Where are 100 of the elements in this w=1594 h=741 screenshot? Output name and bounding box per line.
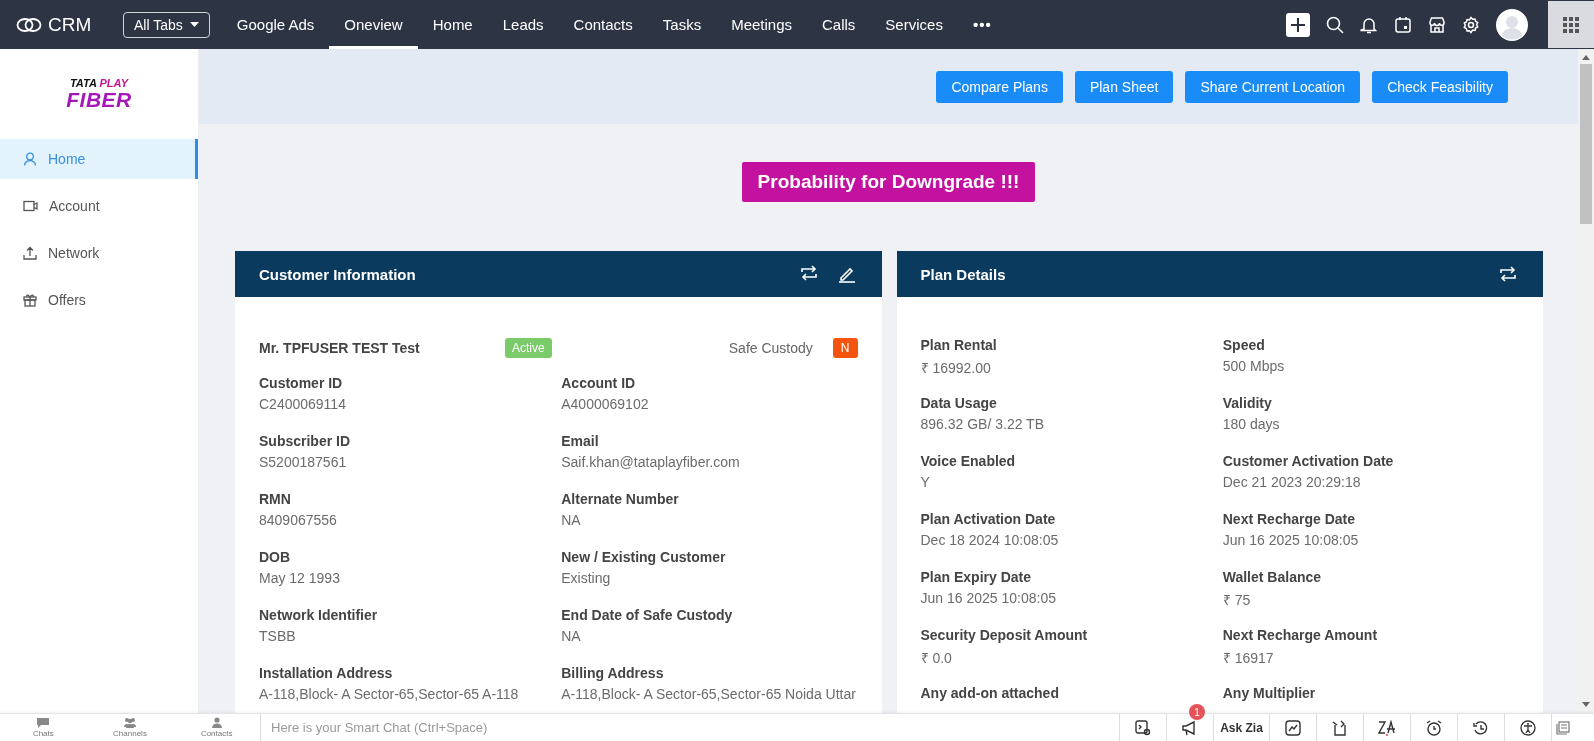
field-value: A-118,Block- A Sector-65,Sector-65 A-118: [259, 686, 520, 702]
box-arrow-icon[interactable]: [1332, 719, 1348, 736]
alert-banner: Probability for Downgrade !!!: [741, 161, 1036, 202]
field-label: Customer ID: [259, 375, 344, 391]
field-label: Wallet Balance: [1222, 569, 1323, 585]
smart-chat-field[interactable]: Here is your Smart Chat (Ctrl+Space): [260, 714, 1119, 741]
field-value: C2400069114: [259, 396, 347, 412]
chat-shortcut[interactable]: Chats: [0, 714, 87, 741]
sync-icon[interactable]: [1499, 266, 1517, 282]
field-label: Plan Activation Date: [920, 511, 1057, 527]
field-label: Validity: [1222, 395, 1273, 411]
calendar-icon[interactable]: [1394, 15, 1412, 34]
gift-icon: [23, 293, 37, 307]
screen-icon[interactable]: [1135, 719, 1151, 736]
field-label: Email: [561, 433, 600, 449]
chat-shortcut[interactable]: Channels: [86, 714, 174, 741]
field-label: DOB: [259, 549, 292, 565]
nav-tab[interactable]: Meetings: [716, 0, 807, 49]
notification-bell-icon[interactable]: [1360, 15, 1378, 34]
field-label: New / Existing Customer: [561, 549, 727, 565]
field-value: 896.32 GB/ 3.22 TB: [920, 416, 1045, 432]
search-icon[interactable]: [1326, 15, 1344, 34]
field-value: Jun 16 2025 10:08:05: [920, 590, 1057, 606]
field-value: ₹ 0.0: [920, 649, 953, 667]
field-value: ₹ 16917: [1222, 649, 1275, 667]
field-value: NA: [561, 628, 582, 644]
accessibility-icon[interactable]: [1520, 719, 1536, 736]
ask-zia-button[interactable]: Ask Zia: [1213, 714, 1269, 741]
scrollbar[interactable]: [1578, 49, 1594, 713]
field-label: Billing Address: [561, 665, 665, 681]
brand-logo: TATA PLAY FIBER: [65, 76, 133, 113]
caret-icon: [189, 22, 199, 27]
customer-name: Mr. TPFUSER TEST Test: [259, 340, 421, 356]
sync-icon[interactable]: [799, 265, 818, 281]
field-value: 180 days: [1222, 416, 1281, 432]
settings-icon[interactable]: [1462, 15, 1480, 34]
alarm-clock-icon[interactable]: [1426, 719, 1442, 736]
nav-tab[interactable]: Contacts: [558, 0, 648, 49]
notification-badge: 1: [1189, 704, 1205, 720]
add-icon[interactable]: [1286, 12, 1310, 37]
nav-tab[interactable]: Services: [870, 0, 958, 49]
field-label: Data Usage: [920, 395, 998, 411]
field-label: Any add-on attached: [920, 685, 1060, 701]
field-label: Security Deposit Amount: [920, 627, 1089, 643]
field-label: End Date of Safe Custody: [561, 607, 734, 623]
chat-shortcut[interactable]: Contacts: [173, 714, 260, 741]
field-value: ₹ 75: [1222, 591, 1252, 609]
zia-icon[interactable]: [1378, 719, 1396, 736]
field-label: Network Identifier: [259, 607, 379, 623]
field-value: Dec 18 2024 10:08:05: [920, 532, 1060, 548]
field-value: A4000069102: [561, 396, 650, 412]
nav-tab[interactable]: Google Ads: [221, 0, 330, 49]
field-value: ₹ 16992.00: [920, 359, 992, 377]
safe-custody-badge: N: [832, 338, 858, 358]
edit-icon[interactable]: [837, 265, 856, 283]
chart-icon[interactable]: [1285, 719, 1301, 736]
field-value: A-118,Block- A Sector-65,Sector-65 Noida Uttar: [561, 686, 857, 702]
field-label: Any Multiplier: [1222, 685, 1317, 701]
field-label: Voice Enabled: [920, 453, 1017, 469]
nav-tab[interactable]: Leads: [487, 0, 559, 49]
people-icon: [123, 717, 137, 728]
scroll-down-icon[interactable]: [1582, 702, 1590, 707]
status-badge: Active: [505, 338, 552, 358]
rings-icon[interactable]: [16, 15, 42, 34]
safe-custody-label: Safe Custody: [728, 340, 813, 356]
more-tabs-button[interactable]: •••: [957, 0, 1007, 49]
all-tabs-dropdown[interactable]: All Tabs: [123, 11, 210, 38]
card-title: Customer Information: [259, 265, 416, 283]
store-icon[interactable]: [1428, 15, 1446, 34]
nav-tab[interactable]: Calls: [807, 0, 871, 49]
chat-bubble-icon: [36, 717, 51, 728]
field-label: Account ID: [561, 375, 637, 391]
apps-button[interactable]: [1548, 1, 1594, 48]
field-label: RMN: [259, 491, 292, 507]
field-value: May 12 1993: [259, 570, 341, 586]
field-label: Speed: [1222, 337, 1266, 353]
field-label: Plan Expiry Date: [920, 569, 1032, 585]
nav-tab[interactable]: Home: [417, 0, 488, 49]
scroll-up-icon[interactable]: [1582, 55, 1590, 60]
video-camera-icon: [23, 200, 38, 212]
field-label: Customer Activation Date: [1222, 453, 1395, 469]
card-title: Plan Details: [920, 265, 1006, 283]
grid-icon: [1563, 16, 1579, 33]
notes-icon[interactable]: [1556, 720, 1570, 735]
field-label: Installation Address: [259, 665, 394, 681]
field-label: Plan Rental: [920, 337, 998, 353]
nav-tab[interactable]: Tasks: [647, 0, 717, 49]
person-icon: [23, 152, 37, 166]
field-value: Saif.khan@tataplayfiber.com: [561, 454, 741, 470]
field-value: Jun 16 2025 10:08:05: [1222, 532, 1360, 548]
scrollbar-thumb[interactable]: [1580, 64, 1592, 224]
field-value: 500 Mbps: [1222, 358, 1286, 374]
history-icon[interactable]: [1473, 719, 1489, 736]
field-label: Next Recharge Amount: [1222, 627, 1379, 643]
field-value: 8409067556: [259, 512, 338, 528]
app-name[interactable]: CRM: [48, 13, 92, 36]
field-value: Existing: [561, 570, 612, 586]
field-value: TSBB: [259, 628, 297, 644]
upload-icon: [23, 246, 37, 260]
avatar[interactable]: [1496, 8, 1528, 41]
